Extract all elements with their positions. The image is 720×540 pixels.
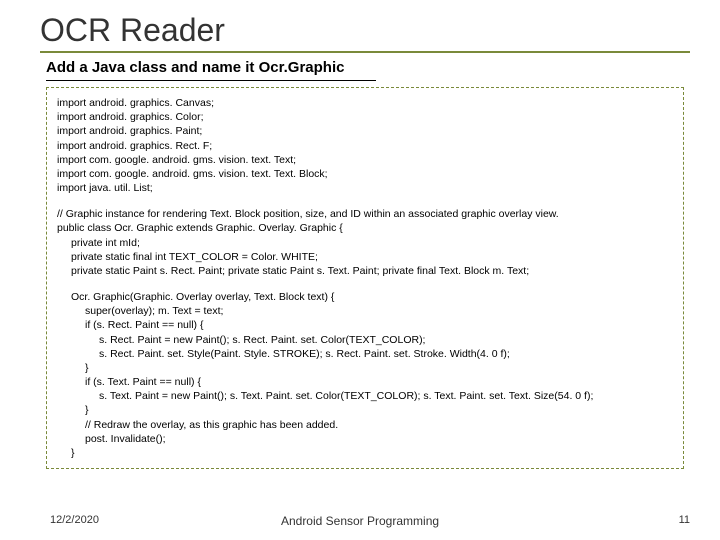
code-line: import android. graphics. Color;	[57, 110, 673, 124]
code-line: if (s. Text. Paint == null) {	[57, 375, 673, 389]
code-line: super(overlay); m. Text = text;	[57, 304, 673, 318]
code-line: public class Ocr. Graphic extends Graphi…	[57, 221, 673, 235]
code-line: }	[57, 446, 673, 460]
code-line: Ocr. Graphic(Graphic. Overlay overlay, T…	[57, 290, 673, 304]
code-line: // Redraw the overlay, as this graphic h…	[57, 418, 673, 432]
code-line: import com. google. android. gms. vision…	[57, 153, 673, 167]
code-line: if (s. Rect. Paint == null) {	[57, 318, 673, 332]
code-line: import android. graphics. Rect. F;	[57, 139, 673, 153]
code-line: private static final int TEXT_COLOR = Co…	[57, 250, 673, 264]
code-line: private static Paint s. Rect. Paint; pri…	[57, 264, 673, 278]
slide-subtitle: Add a Java class and name it Ocr.Graphic	[46, 59, 690, 76]
code-line: import android. graphics. Paint;	[57, 124, 673, 138]
footer-title: Android Sensor Programming	[281, 514, 439, 528]
code-line: }	[57, 361, 673, 375]
code-line: import android. graphics. Canvas;	[57, 96, 673, 110]
slide-title: OCR Reader	[40, 12, 690, 49]
code-line: s. Text. Paint = new Paint(); s. Text. P…	[57, 389, 673, 403]
code-line: // Graphic instance for rendering Text. …	[57, 207, 673, 221]
code-line: }	[57, 403, 673, 417]
subtitle-underline	[46, 80, 376, 81]
title-underline	[40, 51, 690, 53]
code-line: post. Invalidate();	[57, 432, 673, 446]
code-line: s. Rect. Paint = new Paint(); s. Rect. P…	[57, 333, 673, 347]
code-box: import android. graphics. Canvas; import…	[46, 87, 684, 469]
code-line: s. Rect. Paint. set. Style(Paint. Style.…	[57, 347, 673, 361]
footer-page: 11	[679, 514, 690, 526]
slide-footer: 12/2/2020 Android Sensor Programming 11	[0, 514, 720, 526]
footer-date: 12/2/2020	[50, 514, 99, 526]
code-line: import java. util. List;	[57, 181, 673, 195]
code-line: private int mId;	[57, 236, 673, 250]
code-line: import com. google. android. gms. vision…	[57, 167, 673, 181]
